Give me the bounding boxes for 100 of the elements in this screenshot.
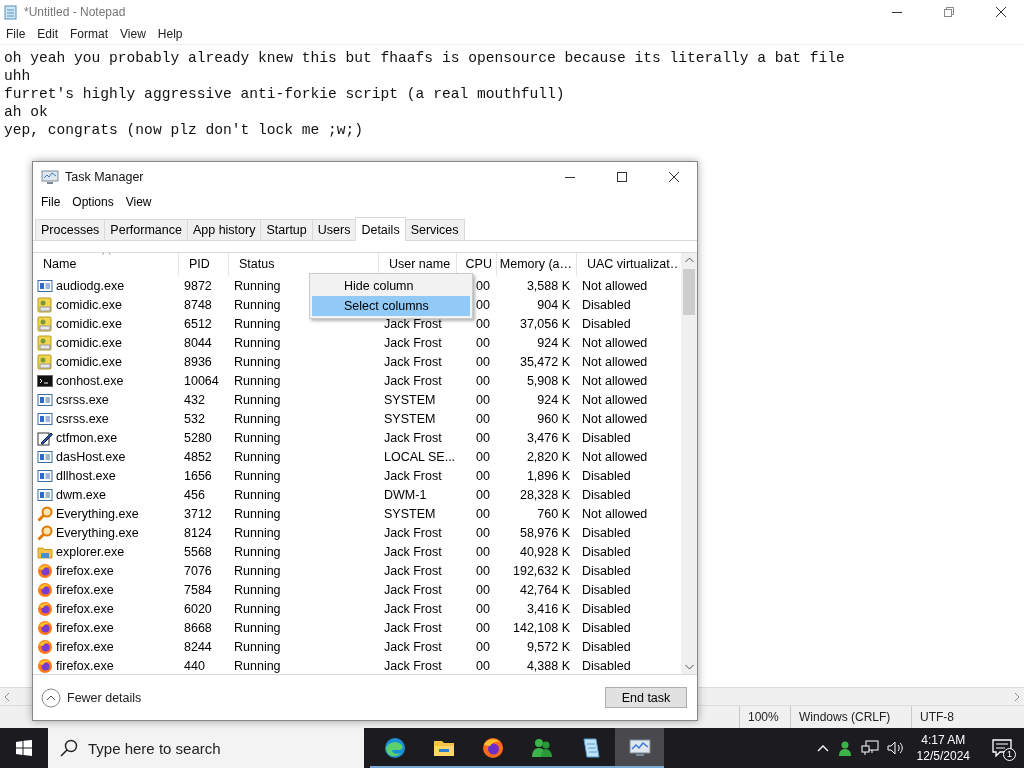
clock-date: 12/5/2024: [916, 748, 970, 764]
table-cell-text: 456: [183, 487, 205, 502]
search-field[interactable]: Type here to search: [48, 728, 364, 768]
table-cell-text: Not allowed: [581, 335, 648, 350]
table-cell-text: Running: [233, 449, 281, 464]
table-cell-text: 00: [475, 601, 491, 616]
table-cell-text: 9,572 K: [526, 639, 571, 654]
tab[interactable]: Startup: [260, 219, 313, 240]
window-icon: [37, 448, 53, 465]
table-cell-text: 00: [475, 335, 491, 350]
table-cell-text: Jack Frost: [383, 620, 442, 635]
table-cell-text: 8748: [183, 297, 212, 312]
table-cell-text: 6512: [183, 316, 212, 331]
table-cell-text: Disabled: [581, 639, 631, 654]
table-cell-text: DWM-1: [383, 487, 427, 502]
process-name: comidic.exe: [56, 297, 122, 312]
table-cell-text: Running: [233, 639, 281, 654]
process-name: comidic.exe: [56, 335, 122, 350]
scrollbar-thumb[interactable]: [683, 269, 695, 315]
network-icon[interactable]: [860, 740, 879, 756]
column-header[interactable]: Name: [33, 253, 178, 276]
end-task-button[interactable]: End task: [605, 687, 687, 708]
menu-item[interactable]: Hide column: [312, 276, 470, 296]
column-header[interactable]: PID: [178, 253, 228, 276]
table-cell-text: 3,588 K: [526, 278, 571, 293]
windows-start-icon[interactable]: [16, 740, 32, 756]
table-cell-text: 28,328 K: [519, 487, 571, 502]
pen-icon: [37, 429, 53, 446]
table-cell-text: 00: [475, 392, 491, 407]
table-cell-text: Running: [233, 658, 281, 673]
fewer-details-link[interactable]: Fewer details: [67, 690, 142, 705]
menu-item[interactable]: Options: [66, 195, 120, 209]
tab[interactable]: Users: [311, 219, 357, 240]
table-cell-text: 440: [183, 658, 205, 673]
table-cell-text: 42,764 K: [519, 582, 571, 597]
menu-item[interactable]: Help: [151, 27, 189, 41]
table-cell-text: Disabled: [581, 601, 631, 616]
table-cell-text: 6020: [183, 601, 212, 616]
process-name: dwm.exe: [56, 487, 107, 502]
table-cell-text: Jack Frost: [383, 354, 442, 369]
menu-item[interactable]: Select columns: [312, 296, 470, 316]
column-header[interactable]: UAC virtualizat…: [576, 253, 679, 276]
table-cell-text: 7076: [183, 563, 212, 578]
table-cell-text: 924 K: [537, 392, 571, 407]
globe-icon: [37, 600, 53, 617]
table-cell-text: 8044: [183, 335, 212, 350]
monitor-icon: [41, 169, 59, 185]
table-cell-text: Running: [233, 582, 281, 597]
maximize-icon[interactable]: [616, 171, 628, 183]
clock[interactable]: 4:17 AM 12/5/2024: [910, 732, 976, 764]
menu-item[interactable]: Edit: [31, 27, 65, 41]
table-cell-text: Disabled: [581, 658, 631, 673]
notification-icon[interactable]: [992, 739, 1012, 757]
chevron-up-icon[interactable]: [816, 744, 829, 752]
table-cell-text: Running: [233, 373, 281, 388]
restore-icon[interactable]: [943, 6, 955, 18]
menu-item[interactable]: View: [119, 195, 158, 209]
scroll-left-icon[interactable]: [4, 692, 10, 701]
column-header[interactable]: Memory (a…: [496, 253, 576, 276]
globe-icon: [480, 736, 505, 760]
taskbar-app-button[interactable]: [615, 728, 664, 768]
text-line: oh yeah you probably already knew this but fhaafs is opensource because its literally a bat file: [4, 49, 846, 67]
menu-item[interactable]: File: [0, 27, 32, 41]
table-cell-text: Disabled: [581, 620, 631, 635]
scroll-right-icon[interactable]: [1014, 692, 1020, 701]
table-cell-text: 924 K: [537, 335, 571, 350]
table-cell-text: 00: [475, 658, 491, 673]
table-cell-text: 00: [475, 373, 491, 388]
process-name: explorer.exe: [56, 544, 125, 559]
table-cell-text: Disabled: [581, 582, 631, 597]
table-cell-text: Running: [233, 468, 281, 483]
table-cell-text: Running: [233, 487, 281, 502]
table-cell-text: 40,928 K: [519, 544, 571, 559]
process-name: firefox.exe: [56, 601, 114, 616]
table-cell-text: 4852: [183, 449, 212, 464]
table-cell-text: 5280: [183, 430, 212, 445]
text-line: furret's highly aggressive anti-forkie script (a real mouthfull): [4, 85, 566, 103]
tab[interactable]: Services: [404, 219, 465, 240]
process-name: dllhost.exe: [56, 468, 116, 483]
process-name: comidic.exe: [56, 316, 122, 331]
close-icon[interactable]: [995, 6, 1007, 18]
tab[interactable]: Processes: [35, 219, 106, 240]
person-icon[interactable]: [836, 740, 853, 756]
menu-item[interactable]: View: [114, 27, 152, 41]
speaker-icon[interactable]: [886, 740, 903, 756]
table-cell-text: 00: [475, 506, 491, 521]
people-icon: [529, 736, 554, 760]
menu-item[interactable]: File: [35, 195, 67, 209]
table-cell-text: 3712: [183, 506, 212, 521]
tab[interactable]: Performance: [104, 219, 188, 240]
table-cell-text: 00: [475, 449, 491, 464]
close-icon[interactable]: [668, 171, 680, 183]
menu-item[interactable]: Format: [64, 27, 115, 41]
table-cell-text: Jack Frost: [383, 335, 442, 350]
tab[interactable]: Details: [355, 217, 406, 241]
collapse-icon[interactable]: [41, 687, 61, 708]
table-cell-text: Running: [233, 430, 281, 445]
tab[interactable]: App history: [186, 219, 262, 240]
table-cell-text: 00: [475, 297, 491, 312]
table-cell-text: 3,416 K: [526, 601, 571, 616]
